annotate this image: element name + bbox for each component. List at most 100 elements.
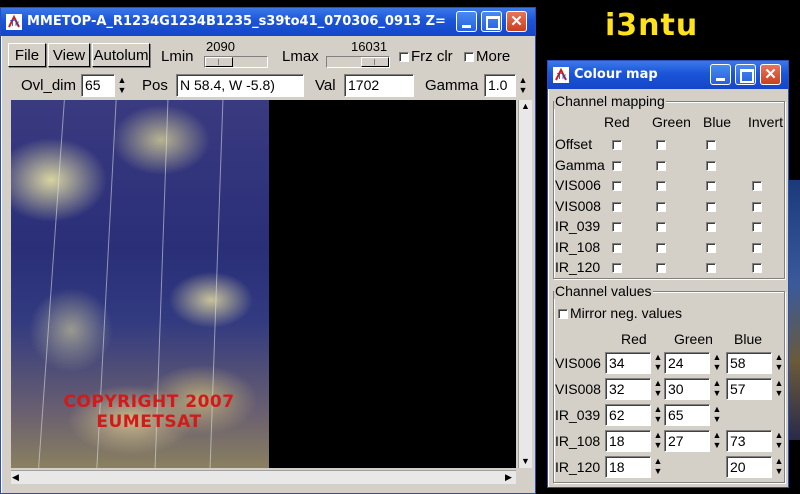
pos-field[interactable]: N 58.4, W -5.8) [176,74,304,97]
value-field-vis006-red[interactable]: 34 [605,352,651,374]
view-menu-button[interactable]: View [48,43,90,67]
ovl-dim-spinner[interactable]: ▲ ▼ [116,75,128,97]
lmax-slider-thumb[interactable] [361,57,389,67]
mapping-checkbox-vis008-blue[interactable] [706,201,716,212]
mapping-checkbox-ir_120-blue[interactable] [706,263,716,273]
tk-feather-icon: Tk [553,67,569,83]
colour-map-titlebar[interactable]: Tk Colour map ✕ [548,61,788,89]
main-close-button[interactable]: ✕ [506,11,527,32]
value-field-vis008-green[interactable]: 30 [664,378,710,400]
vertical-scrollbar[interactable]: ▲ ▼ [518,100,532,468]
value-field-ir_108-red[interactable]: 18 [605,430,651,452]
value-spinner-vis006-green[interactable]: ▲ ▼ [711,352,723,374]
value-field-vis006-blue[interactable]: 58 [726,352,772,374]
lmin-slider[interactable] [204,56,268,68]
value-spinner-ir_120-blue[interactable]: ▲ ▼ [773,456,785,478]
mapping-checkbox-ir_039-green[interactable] [656,222,666,232]
value-spinner-ir_108-red[interactable]: ▲ ▼ [652,430,664,452]
mapping-checkbox-offset-red[interactable] [612,140,622,150]
mapping-checkbox-ir_108-invert[interactable] [752,242,762,253]
value-spinner-vis008-green[interactable]: ▲ ▼ [711,378,723,400]
mapping-row-label: Offset [555,136,593,152]
lmax-value: 16031 [351,39,388,54]
lmin-slider-thumb[interactable] [205,57,233,67]
cmap-minimize-button[interactable] [710,64,731,85]
file-menu-button[interactable]: File [8,43,46,67]
value-spinner-ir_108-blue[interactable]: ▲ ▼ [773,430,785,452]
value-spinner-vis008-blue[interactable]: ▲ ▼ [773,378,785,400]
ovl-dim-label: Ovl_dim [21,77,77,94]
maximize-icon [486,16,500,30]
scroll-up-arrow[interactable]: ▲ [521,101,530,111]
mapping-checkbox-ir_120-invert[interactable] [752,263,762,273]
mirror-neg-label: Mirror neg. values [570,305,683,321]
value-field-ir_108-blue[interactable]: 73 [726,430,772,452]
main-window-title: MMETOP-A_R1234G1234B1235_s39to41_070306_… [27,14,447,29]
mapping-checkbox-ir_108-green[interactable] [656,242,666,253]
value-field-vis008-blue[interactable]: 57 [726,378,772,400]
ovl-dim-field[interactable]: 65 [81,74,115,97]
autolum-button[interactable]: Autolum [92,43,150,67]
mapping-checkbox-ir_108-blue[interactable] [706,242,716,253]
mapping-row-label: Gamma [555,156,605,173]
lmax-slider[interactable] [326,56,390,68]
minimize-icon [462,25,471,28]
main-maximize-button[interactable] [481,11,502,32]
val-field[interactable]: 1702 [344,74,414,97]
value-field-ir_120-blue[interactable]: 20 [726,456,772,478]
value-spinner-vis006-blue[interactable]: ▲ ▼ [773,352,785,374]
value-spinner-vis006-red[interactable]: ▲ ▼ [652,352,664,374]
mapping-checkbox-vis008-red[interactable] [612,201,622,212]
mapping-checkbox-offset-blue[interactable] [706,140,716,150]
mapping-checkbox-ir_120-green[interactable] [656,263,666,273]
mapping-checkbox-vis006-red[interactable] [612,181,622,191]
main-titlebar[interactable]: Tk MMETOP-A_R1234G1234B1235_s39to41_0703… [1,8,535,36]
value-spinner-ir_039-red[interactable]: ▲ ▼ [652,404,664,426]
mapping-checkbox-vis006-invert[interactable] [752,181,762,191]
gamma-label: Gamma [425,77,479,94]
lmax-label: Lmax [282,48,319,65]
mirror-neg-checkbox[interactable] [558,309,568,319]
more-checkbox[interactable] [464,52,474,62]
mapping-checkbox-vis006-blue[interactable] [706,181,716,191]
mapping-checkbox-ir_039-blue[interactable] [706,222,716,232]
mapping-checkbox-vis008-invert[interactable] [752,201,762,212]
cmap-close-button[interactable]: ✕ [760,64,781,85]
main-minimize-button[interactable] [456,11,477,32]
mapping-checkbox-vis006-green[interactable] [656,181,666,191]
frz-clr-checkbox[interactable] [399,52,409,62]
mapping-checkbox-gamma-blue[interactable] [706,160,716,171]
value-field-vis006-green[interactable]: 24 [664,352,710,374]
gamma-field[interactable]: 1.0 [484,74,516,97]
mapping-checkbox-ir_108-red[interactable] [612,242,622,253]
value-field-ir_039-red[interactable]: 62 [605,404,651,426]
mapping-checkbox-gamma-red[interactable] [612,160,622,171]
mapping-checkbox-ir_039-invert[interactable] [752,222,762,232]
horizontal-scrollbar[interactable]: ◀ ▶ [11,470,516,484]
value-field-ir_039-green[interactable]: 65 [664,404,710,426]
cmap-maximize-button[interactable] [735,64,756,85]
value-spinner-ir_108-green[interactable]: ▲ ▼ [711,430,723,452]
lmin-label: Lmin [161,48,194,65]
scroll-right-arrow[interactable]: ▶ [505,472,512,482]
close-icon: ✕ [510,13,523,30]
value-field-ir_108-green[interactable]: 27 [664,430,710,452]
scroll-left-arrow[interactable]: ◀ [12,472,19,482]
value-spinner-ir_120-red[interactable]: ▲ ▼ [652,456,664,478]
value-field-vis008-red[interactable]: 32 [605,378,651,400]
mapping-row-label: IR_108 [555,238,601,255]
mapping-checkbox-offset-green[interactable] [656,140,666,150]
scroll-down-arrow[interactable]: ▼ [521,456,530,466]
satellite-image-canvas[interactable]: COPYRIGHT 2007 EUMETSAT [11,100,516,468]
colour-map-title: Colour map [574,67,658,82]
value-spinner-vis008-red[interactable]: ▲ ▼ [652,378,664,400]
value-spinner-ir_039-green[interactable]: ▲ ▼ [711,404,723,426]
mapping-checkbox-ir_039-red[interactable] [612,222,622,232]
mapping-checkbox-gamma-green[interactable] [656,160,666,171]
mapping-checkbox-ir_120-red[interactable] [612,263,622,273]
channel-mapping-title: Channel mapping [554,93,666,109]
values-header-red: Red [621,331,647,347]
value-field-ir_120-red[interactable]: 18 [605,456,651,478]
gamma-spinner[interactable]: ▲ ▼ [517,75,529,97]
mapping-checkbox-vis008-green[interactable] [656,201,666,212]
